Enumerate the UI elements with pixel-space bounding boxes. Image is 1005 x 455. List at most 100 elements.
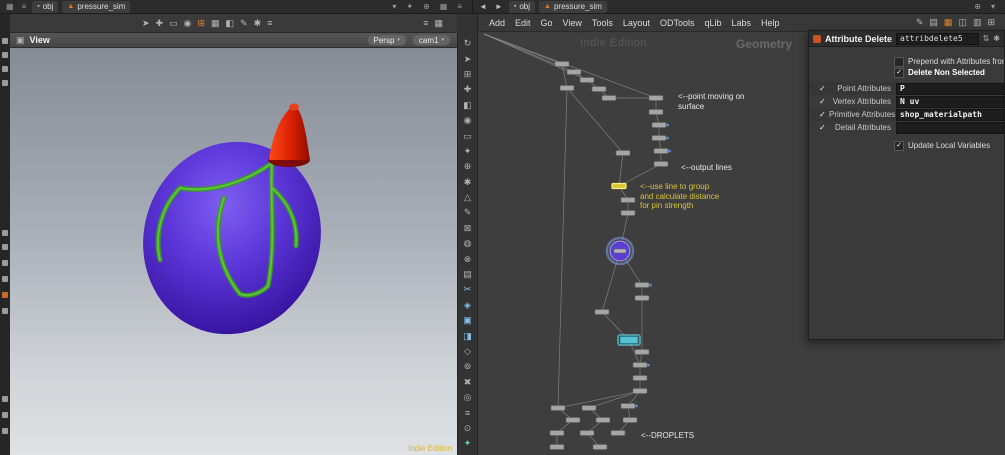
- material-icon[interactable]: ◍: [458, 236, 477, 251]
- graph-node[interactable]: [648, 109, 664, 115]
- scene-viewport[interactable]: ▣ View Persp ▾ cam1 ▾ Indie Edition: [10, 33, 457, 455]
- shade-icon[interactable]: ◧: [226, 18, 235, 28]
- menu-add[interactable]: Add: [484, 18, 510, 28]
- rotate-tool-icon[interactable]: ◉: [184, 18, 192, 28]
- menu-icon[interactable]: ≡: [267, 18, 272, 28]
- enable-check[interactable]: ✓: [819, 84, 829, 93]
- select-icon[interactable]: ➤: [458, 51, 477, 66]
- graph-node[interactable]: [605, 236, 635, 266]
- panel-icon[interactable]: [2, 230, 8, 236]
- edit-tools-icon[interactable]: ✎: [916, 18, 924, 27]
- graph-node[interactable]: [559, 85, 575, 91]
- graph-node[interactable]: [579, 77, 595, 83]
- detail-attributes-field[interactable]: [896, 121, 1004, 134]
- graph-node[interactable]: [566, 69, 582, 75]
- display-options-icon[interactable]: ≡: [423, 18, 428, 28]
- menu-icon[interactable]: ≡: [458, 405, 477, 420]
- graph-node[interactable]: [622, 417, 638, 423]
- panel-icon[interactable]: [2, 428, 8, 434]
- graph-node[interactable]: [554, 61, 570, 67]
- breadcrumb-pressure-sim[interactable]: ▲ pressure_sim: [539, 0, 607, 13]
- layout-grid-icon[interactable]: ⊞: [987, 18, 995, 27]
- vertex-attributes-field[interactable]: N uv: [896, 95, 1004, 108]
- wireframe-icon[interactable]: ◇: [458, 344, 477, 359]
- camera-icon[interactable]: ◉: [458, 113, 477, 128]
- memory-icon[interactable]: ✦: [458, 436, 477, 451]
- layout-quad-icon[interactable]: ▦: [944, 18, 953, 27]
- graph-node[interactable]: [620, 197, 636, 203]
- viewport-3d-view[interactable]: Indie Edition: [10, 48, 457, 455]
- options-icon[interactable]: ✱: [458, 175, 477, 190]
- graph-node[interactable]: [615, 150, 631, 156]
- layout-rows-icon[interactable]: ▥: [973, 18, 982, 27]
- enable-check[interactable]: ✓: [819, 123, 829, 132]
- snap-icon[interactable]: ⊚: [458, 359, 477, 374]
- close-icon[interactable]: ✖: [458, 375, 477, 390]
- graph-node[interactable]: [648, 95, 664, 101]
- primitive-attributes-field[interactable]: shop_materialpath: [896, 108, 1004, 121]
- graph-node[interactable]: [611, 182, 627, 190]
- graph-node[interactable]: [601, 95, 617, 101]
- move-tool-icon[interactable]: ✚: [156, 18, 164, 28]
- apps-icon[interactable]: ▦: [4, 2, 16, 11]
- graph-node[interactable]: [549, 444, 565, 450]
- layout-icon[interactable]: ▦: [434, 18, 443, 28]
- draw-icon[interactable]: ✎: [240, 18, 248, 28]
- graph-node[interactable]: [632, 375, 648, 381]
- menu-labs[interactable]: Labs: [726, 18, 756, 28]
- graph-node[interactable]: [634, 295, 650, 301]
- snap-grid-icon[interactable]: ⊞: [197, 18, 205, 28]
- focus-icon[interactable]: ⊙: [458, 421, 477, 436]
- camera-selector[interactable]: cam1 ▾: [411, 34, 451, 46]
- graph-node[interactable]: [651, 122, 669, 128]
- viewport-title[interactable]: View: [30, 35, 50, 45]
- gear-icon[interactable]: ✱: [993, 34, 1000, 43]
- sync-icon[interactable]: ⇅: [983, 34, 990, 43]
- add-icon[interactable]: ⊕: [458, 159, 477, 174]
- menu-odtools[interactable]: ODTools: [655, 18, 700, 28]
- grid-icon[interactable]: ⊞: [458, 67, 477, 82]
- graph-node[interactable]: [595, 417, 611, 423]
- edit-icon[interactable]: ✎: [458, 205, 477, 220]
- panel-icon[interactable]: [2, 52, 8, 58]
- settings-icon[interactable]: ✱: [254, 18, 262, 28]
- frame-icon[interactable]: ▭: [458, 128, 477, 143]
- panel-icon[interactable]: [2, 260, 8, 266]
- graph-node[interactable]: [620, 210, 636, 216]
- checkbox[interactable]: [894, 56, 904, 67]
- panel-icon[interactable]: [2, 244, 8, 250]
- panel-icon[interactable]: [2, 80, 8, 86]
- menu-tools[interactable]: Tools: [587, 18, 618, 28]
- persp-selector[interactable]: Persp ▾: [366, 34, 407, 46]
- breadcrumb-obj[interactable]: ▪ obj: [508, 0, 536, 13]
- parameters-icon[interactable]: ▤: [929, 18, 938, 27]
- view-reset-icon[interactable]: ↻: [458, 36, 477, 51]
- graph-node[interactable]: [579, 430, 595, 436]
- lattice-icon[interactable]: ◈: [458, 298, 477, 313]
- select-tool-icon[interactable]: ➤: [142, 18, 150, 28]
- add-icon[interactable]: ⊕: [972, 2, 983, 11]
- menu-help[interactable]: Help: [756, 18, 785, 28]
- light-icon[interactable]: ✦: [458, 144, 477, 159]
- panel-icon[interactable]: [2, 412, 8, 418]
- graph-node[interactable]: [592, 444, 608, 450]
- delete-icon[interactable]: ⊠: [458, 221, 477, 236]
- list-icon[interactable]: ≡: [455, 2, 464, 11]
- menu-icon[interactable]: ≡: [20, 2, 29, 11]
- graph-node[interactable]: [594, 309, 610, 315]
- layers-icon[interactable]: ▤: [458, 267, 477, 282]
- checkbox[interactable]: ✓: [894, 140, 904, 151]
- menu-layout[interactable]: Layout: [618, 18, 655, 28]
- menu-edit[interactable]: Edit: [510, 18, 536, 28]
- enable-check[interactable]: ✓: [819, 110, 829, 119]
- grid-icon[interactable]: ▦: [438, 2, 450, 11]
- clip-icon[interactable]: ✂: [458, 282, 477, 297]
- box-select-icon[interactable]: ▭: [169, 18, 178, 28]
- dropdown-icon[interactable]: ▾: [390, 2, 398, 11]
- node-name-field[interactable]: attribdelete5: [896, 32, 979, 45]
- graph-node[interactable]: [591, 86, 607, 92]
- graph-node[interactable]: [581, 405, 597, 411]
- panel-icon[interactable]: [2, 396, 8, 402]
- graph-node[interactable]: [653, 161, 669, 167]
- move-icon[interactable]: ✚: [458, 82, 477, 97]
